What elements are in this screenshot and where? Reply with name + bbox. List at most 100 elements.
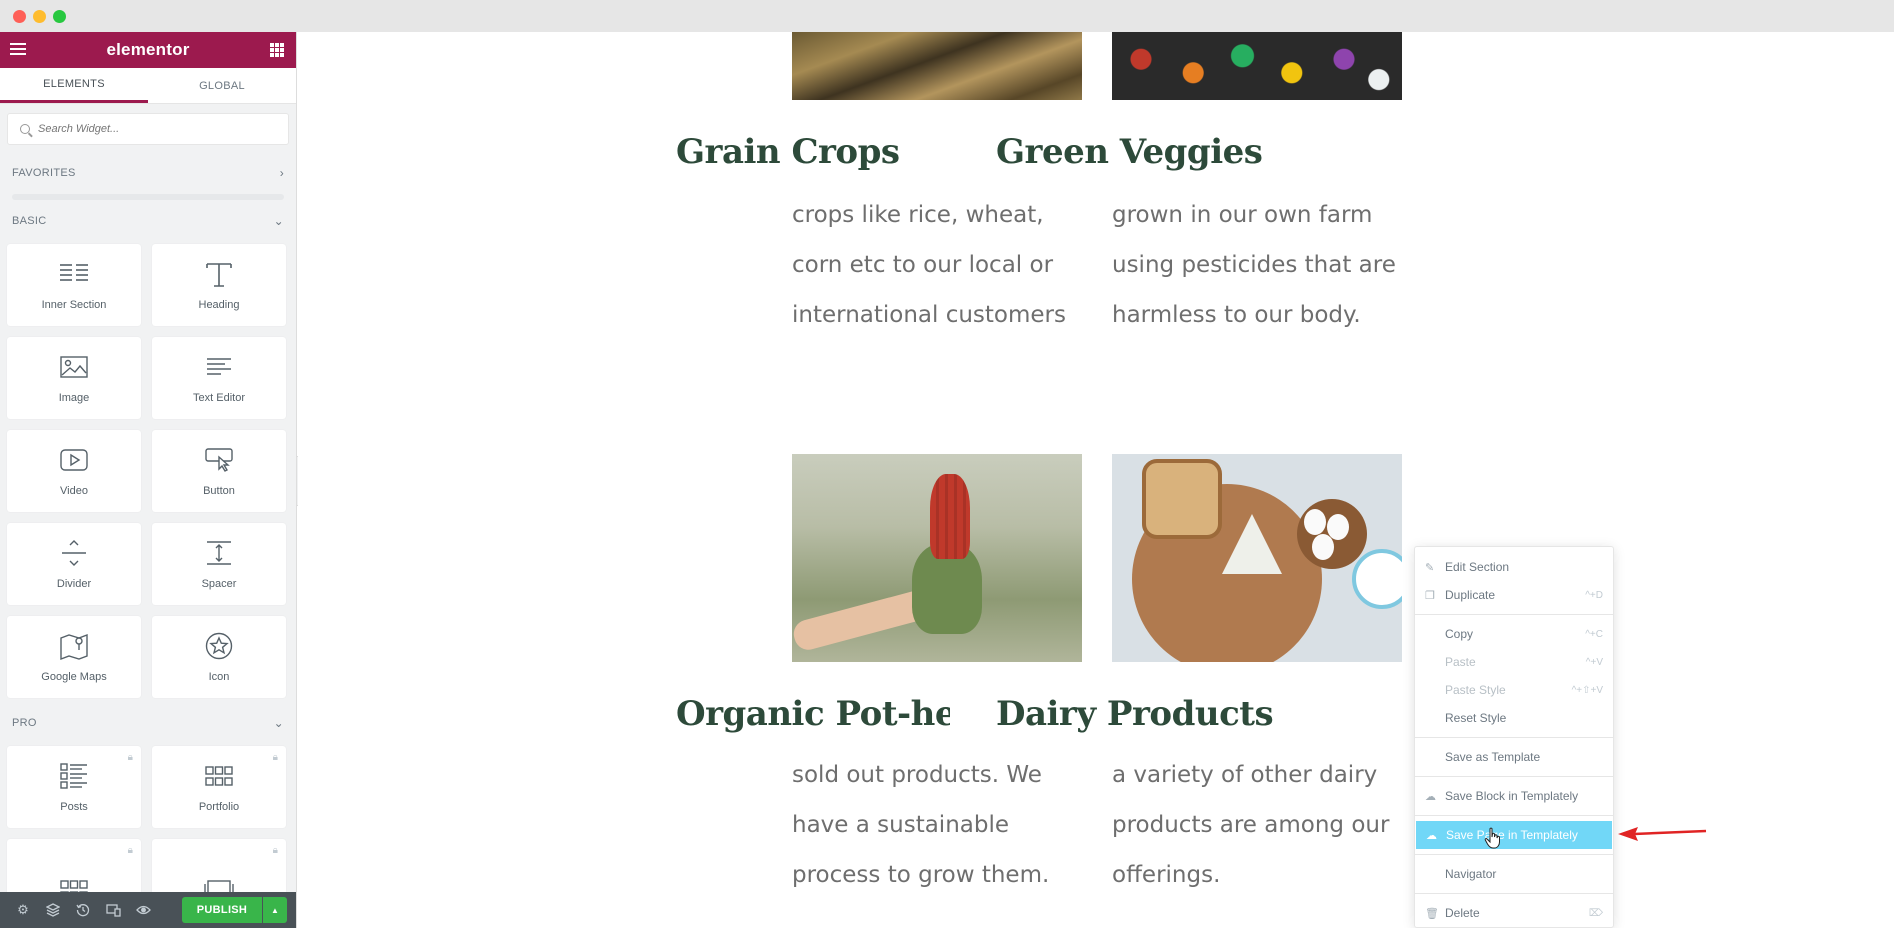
widget-portfolio[interactable]: 🔒︎ Portfolio (152, 746, 286, 828)
radish-image[interactable] (792, 454, 1082, 662)
menu-item-label: Save Page in Templately (1446, 828, 1578, 842)
widget-video[interactable]: Video (7, 430, 141, 512)
google-maps-icon (60, 631, 88, 661)
apps-grid-icon[interactable] (270, 43, 284, 57)
menu-item-save-as-template[interactable]: Save as Template (1415, 743, 1613, 771)
cloud-icon: ☁︎ (1426, 829, 1437, 842)
search-widget-input[interactable] (38, 123, 268, 135)
card-text-organic-pot-herbs[interactable]: sold out products. We have a sustainable… (792, 750, 1049, 900)
widget-label: Google Maps (41, 671, 107, 683)
menu-divider (1415, 893, 1613, 894)
menu-item-label: Paste Style (1445, 683, 1506, 697)
zoom-window-button[interactable] (53, 10, 66, 23)
chevron-right-icon: › (279, 166, 284, 180)
tab-elements[interactable]: ELEMENTS (0, 68, 148, 103)
basic-section-header[interactable]: BASIC ⌄ (0, 202, 296, 240)
text-line: corn etc to our local or (792, 252, 1054, 278)
page-canvas: Grain Crops Green Veggies crops like ric… (298, 32, 1894, 928)
hand-cursor-icon (1484, 827, 1500, 849)
favorites-section-header[interactable]: FAVORITES › (0, 154, 296, 192)
chevron-down-icon: ⌄ (273, 214, 284, 228)
button-icon (205, 445, 233, 475)
pencil-icon: ✎ (1425, 561, 1435, 574)
widget-label: Inner Section (41, 299, 107, 311)
menu-divider (1415, 854, 1613, 855)
settings-icon[interactable]: ⚙︎ (8, 892, 38, 928)
menu-item-label: Copy (1445, 627, 1474, 641)
widget-label: Spacer (201, 578, 237, 590)
widget-label: Divider (56, 578, 92, 590)
cloud-icon: ☁︎ (1425, 790, 1436, 803)
text-line: international customers (792, 302, 1067, 328)
widget-text-editor[interactable]: Text Editor (152, 337, 286, 419)
dairy-image[interactable] (1112, 454, 1402, 662)
menu-item-navigator[interactable]: Navigator (1415, 860, 1613, 888)
pro-section-header[interactable]: PRO ⌄ (0, 704, 296, 742)
widget-posts[interactable]: 🔒︎ Posts (7, 746, 141, 828)
widget-label: Icon (208, 671, 230, 683)
text-line: products are among our (1112, 812, 1390, 838)
widget-label: Video (60, 485, 88, 497)
close-window-button[interactable] (13, 10, 26, 23)
wheat-image[interactable] (792, 32, 1082, 100)
menu-item-duplicate[interactable]: ❐ Duplicate ^+D (1415, 581, 1613, 609)
menu-item-label: Navigator (1445, 867, 1497, 881)
menu-divider (1415, 815, 1613, 816)
widget-label: Image (58, 392, 90, 404)
widget-google-maps[interactable]: Google Maps (7, 616, 141, 698)
annotation-arrow-icon (1618, 827, 1707, 841)
shortcut-label: ^+D (1585, 589, 1603, 601)
publish-button[interactable]: PUBLISH (182, 897, 262, 923)
history-icon[interactable] (68, 892, 98, 928)
layers-icon[interactable] (38, 892, 68, 928)
preview-icon[interactable] (128, 892, 158, 928)
card-title-grain-crops[interactable]: Grain Crops (676, 132, 900, 172)
section-divider (12, 194, 284, 200)
card-title-organic-pot-herbs[interactable]: Organic Pot-herl (676, 694, 950, 734)
widget-inner-section[interactable]: Inner Section (7, 244, 141, 326)
posts-icon (60, 761, 88, 791)
lock-icon: 🔒︎ (272, 845, 278, 856)
panel-tabs: ELEMENTS GLOBAL (0, 68, 296, 104)
widget-label: Posts (60, 801, 88, 813)
vegetables-image[interactable] (1112, 32, 1402, 100)
menu-item-copy[interactable]: Copy ^+C (1415, 620, 1613, 648)
card-title-green-veggies[interactable]: Green Veggies (996, 132, 1263, 172)
text-line: using pesticides that are (1112, 252, 1396, 278)
menu-item-paste: Paste ^+V (1415, 648, 1613, 676)
favorites-label: FAVORITES (12, 167, 76, 179)
menu-icon[interactable] (10, 43, 26, 56)
widget-spacer[interactable]: Spacer (152, 523, 286, 605)
card-text-green-veggies[interactable]: grown in our own farm using pesticides t… (1112, 190, 1396, 340)
menu-item-reset-style[interactable]: Reset Style (1415, 704, 1613, 732)
tab-global[interactable]: GLOBAL (148, 68, 296, 103)
widget-image[interactable]: Image (7, 337, 141, 419)
widget-icon[interactable]: Icon (152, 616, 286, 698)
responsive-icon[interactable] (98, 892, 128, 928)
menu-divider (1415, 614, 1613, 615)
text-line: a variety of other dairy (1112, 762, 1378, 788)
menu-item-label: Reset Style (1445, 711, 1507, 725)
image-icon (60, 352, 88, 382)
menu-item-save-page-templately[interactable]: ☁︎ Save Page in Templately (1416, 821, 1612, 849)
widget-heading[interactable]: Heading (152, 244, 286, 326)
menu-item-save-block-templately[interactable]: ☁︎ Save Block in Templately (1415, 782, 1613, 810)
widget-button[interactable]: Button (152, 430, 286, 512)
minimize-window-button[interactable] (33, 10, 46, 23)
menu-item-delete[interactable]: 🗑︎ Delete ⌦ (1415, 899, 1613, 927)
card-title-dairy-products[interactable]: Dairy Products (996, 694, 1274, 734)
search-icon (20, 124, 30, 134)
basic-widgets-grid: Inner Section Heading Image Text Editor (0, 244, 296, 698)
card-text-dairy-products[interactable]: a variety of other dairy products are am… (1112, 750, 1389, 900)
shortcut-label: ⌦ (1588, 907, 1603, 919)
publish-options-caret-icon[interactable]: ▲ (263, 897, 287, 923)
menu-divider (1415, 776, 1613, 777)
widget-divider[interactable]: Divider (7, 523, 141, 605)
title-bar (0, 0, 1894, 32)
text-editor-icon (205, 352, 233, 382)
menu-item-label: Delete (1445, 906, 1480, 920)
widget-label: Button (203, 485, 235, 497)
basic-label: BASIC (12, 215, 47, 227)
card-text-grain-crops[interactable]: crops like rice, wheat, corn etc to our … (792, 190, 1066, 340)
menu-item-edit-section[interactable]: ✎ Edit Section (1415, 553, 1613, 581)
